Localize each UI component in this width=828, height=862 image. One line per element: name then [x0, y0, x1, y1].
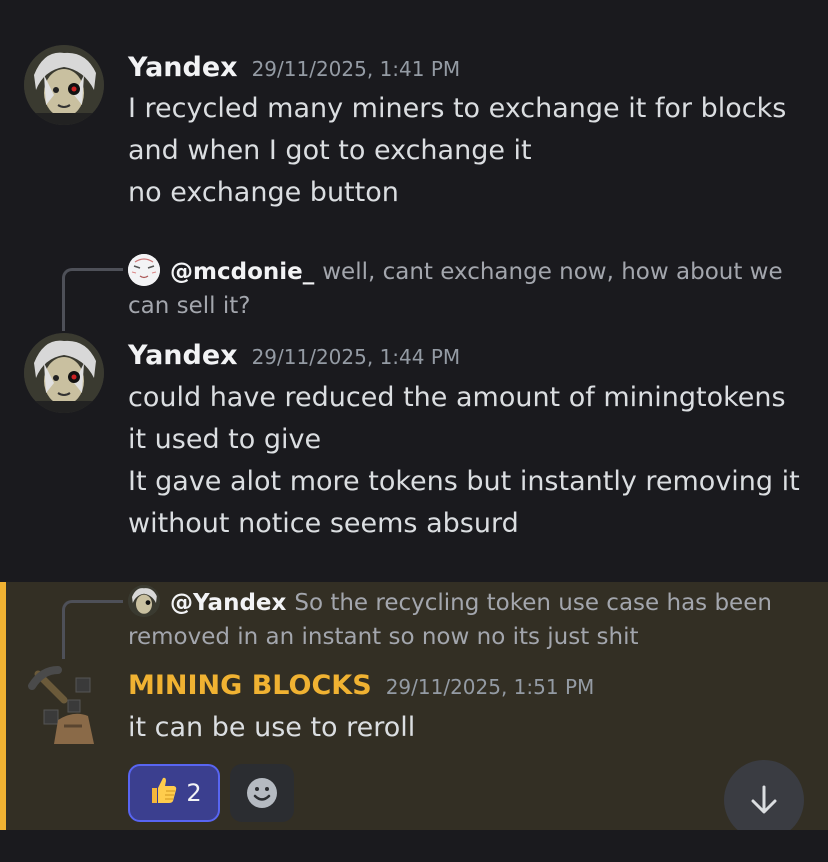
user-avatar-icon — [24, 45, 104, 125]
reply-author[interactable]: @mcdonie_ — [170, 259, 314, 285]
avatar-yandex[interactable] — [24, 45, 104, 125]
message-header: Yandex 29/11/2025, 1:41 PM — [128, 52, 460, 83]
reply-preview[interactable]: @Yandex So the recycling token use case h… — [128, 585, 798, 654]
user-avatar-icon — [24, 333, 104, 413]
arrow-down-icon — [751, 785, 777, 814]
reply-author[interactable]: @Yandex — [170, 590, 286, 616]
yandex-mini-avatar-icon — [128, 585, 160, 617]
jump-to-bottom-button[interactable] — [724, 760, 804, 840]
thumbs-up-icon — [146, 773, 180, 813]
timestamp: 29/11/2025, 1:41 PM — [251, 57, 461, 81]
message-line: I recycled many miners to exchange it fo… — [128, 93, 787, 124]
message-header: MINING BLOCKS 29/11/2025, 1:51 PM — [128, 670, 594, 701]
message-header: Yandex 29/11/2025, 1:44 PM — [128, 340, 460, 371]
message-line: without notice seems absurd — [128, 508, 519, 539]
reaction-thumbs-up[interactable]: 2 — [128, 764, 220, 822]
bottom-strip — [0, 830, 828, 862]
message-line: and when I got to exchange it — [128, 135, 532, 166]
message-line: it used to give — [128, 424, 322, 455]
reply-spine — [62, 600, 123, 659]
reply-spine — [62, 268, 123, 331]
reaction-count: 2 — [186, 779, 202, 807]
timestamp: 29/11/2025, 1:51 PM — [385, 675, 595, 699]
pickaxe-icon — [28, 666, 94, 744]
message-content: it can be use to reroll — [128, 707, 415, 749]
message-line: no exchange button — [128, 177, 399, 208]
mcdonie-avatar-icon — [128, 254, 160, 286]
add-reaction-button[interactable] — [230, 764, 294, 822]
message-line: could have reduced the amount of miningt… — [128, 382, 786, 413]
avatar-yandex[interactable] — [24, 333, 104, 413]
message-line: It gave alot more tokens but instantly r… — [128, 466, 800, 497]
author-name[interactable]: Yandex — [128, 340, 238, 371]
author-name[interactable]: Yandex — [128, 52, 238, 83]
timestamp: 29/11/2025, 1:44 PM — [251, 345, 461, 369]
message-line: it can be use to reroll — [128, 712, 416, 743]
message-content: could have reduced the amount of miningt… — [128, 377, 800, 545]
avatar-mining-blocks[interactable] — [24, 664, 104, 744]
author-name[interactable]: MINING BLOCKS — [128, 670, 372, 701]
message-content: I recycled many miners to exchange it fo… — [128, 88, 786, 214]
add-emoji-icon — [247, 778, 277, 808]
reply-preview[interactable]: @mcdonie_ well, cant exchange now, how ab… — [128, 254, 798, 323]
